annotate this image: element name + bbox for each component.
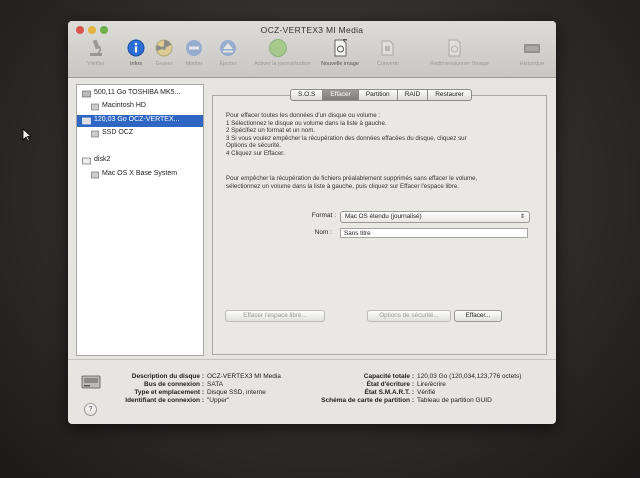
convert-icon <box>381 40 394 56</box>
toolbar-convert[interactable]: Convertir <box>364 38 412 67</box>
name-field[interactable]: Sans titre <box>340 228 528 238</box>
sidebar-item-macintosh-hd[interactable]: Macintosh HD <box>77 101 203 113</box>
disk-list[interactable]: 500,11 Go TOSHIBA MK5... Macintosh HD 12… <box>76 84 204 356</box>
window-title: OCZ-VERTEX3 MI Media <box>260 25 364 35</box>
help-button[interactable]: ? <box>84 403 97 416</box>
log-icon <box>524 44 540 53</box>
new-image-icon <box>334 39 347 57</box>
sidebar-item-ssd-ocz[interactable]: SSD OCZ <box>77 128 203 140</box>
name-label: Nom : <box>314 229 332 236</box>
sidebar-item-disk2[interactable]: disk2 <box>77 155 203 167</box>
erase-instructions: Pour effacer toutes les données d'un dis… <box>226 112 467 157</box>
volume-icon <box>91 171 99 179</box>
mouse-cursor-icon <box>22 128 32 142</box>
titlebar: OCZ-VERTEX3 MI Media Vérifier Infos Grav… <box>68 21 556 78</box>
disk-image-icon <box>82 157 91 165</box>
disk-utility-window: OCZ-VERTEX3 MI Media Vérifier Infos Grav… <box>68 21 556 424</box>
toolbar-journal[interactable]: Activer la journalisation <box>254 38 311 67</box>
toolbar-resize-image[interactable]: Redimensionner l'image <box>430 38 489 67</box>
toolbar: Vérifier Infos Graver Monter Éjecter Act… <box>78 38 548 76</box>
tab-first-aid[interactable]: S.O.S <box>290 89 324 101</box>
sidebar-item-ocz-disk[interactable]: 120,03 Go OCZ-VERTEX... <box>77 115 203 127</box>
tab-raid[interactable]: RAID <box>397 89 429 101</box>
eject-icon <box>220 40 236 56</box>
mount-icon <box>186 40 202 56</box>
security-options-button[interactable]: Options de sécurité... <box>367 310 451 322</box>
popup-arrows-icon: ⇕ <box>519 214 525 220</box>
erase-button[interactable]: Effacer... <box>454 310 502 322</box>
toolbar-new-image[interactable]: Nouvelle image <box>316 38 364 67</box>
tab-restore[interactable]: Restaurer <box>428 89 472 101</box>
format-label: Format : <box>311 212 336 219</box>
ssd-disk-icon <box>82 117 91 125</box>
free-space-instructions: Pour empêcher la récupération de fichier… <box>226 175 478 190</box>
sidebar-item-toshiba-disk[interactable]: 500,11 Go TOSHIBA MK5... <box>77 88 203 100</box>
sidebar-item-mac-os-x-base-system[interactable]: Mac OS X Base System <box>77 169 203 181</box>
tab-bar: S.O.S Effacer Partition RAID Restaurer <box>290 89 472 101</box>
ssd-disk-icon <box>81 375 101 389</box>
erase-free-space-button[interactable]: Effacer l'espace libre... <box>225 310 325 322</box>
toolbar-eject[interactable]: Éjecter <box>204 38 252 67</box>
volume-icon <box>91 130 99 138</box>
hard-disk-icon <box>82 90 91 98</box>
tab-erase[interactable]: Effacer <box>323 89 359 101</box>
tab-partition[interactable]: Partition <box>358 89 398 101</box>
volume-icon <box>91 103 99 111</box>
journal-icon <box>269 39 287 57</box>
toolbar-log[interactable]: Historique <box>508 38 556 67</box>
format-select[interactable]: Mac OS étendu (journalisé) ⇕ <box>340 211 530 223</box>
info-divider <box>68 359 556 360</box>
resize-image-icon <box>448 39 461 57</box>
disk-info-panel: ? Description du disque : OCZ-VERTEX3 MI… <box>68 361 556 424</box>
microscope-icon <box>90 39 102 56</box>
